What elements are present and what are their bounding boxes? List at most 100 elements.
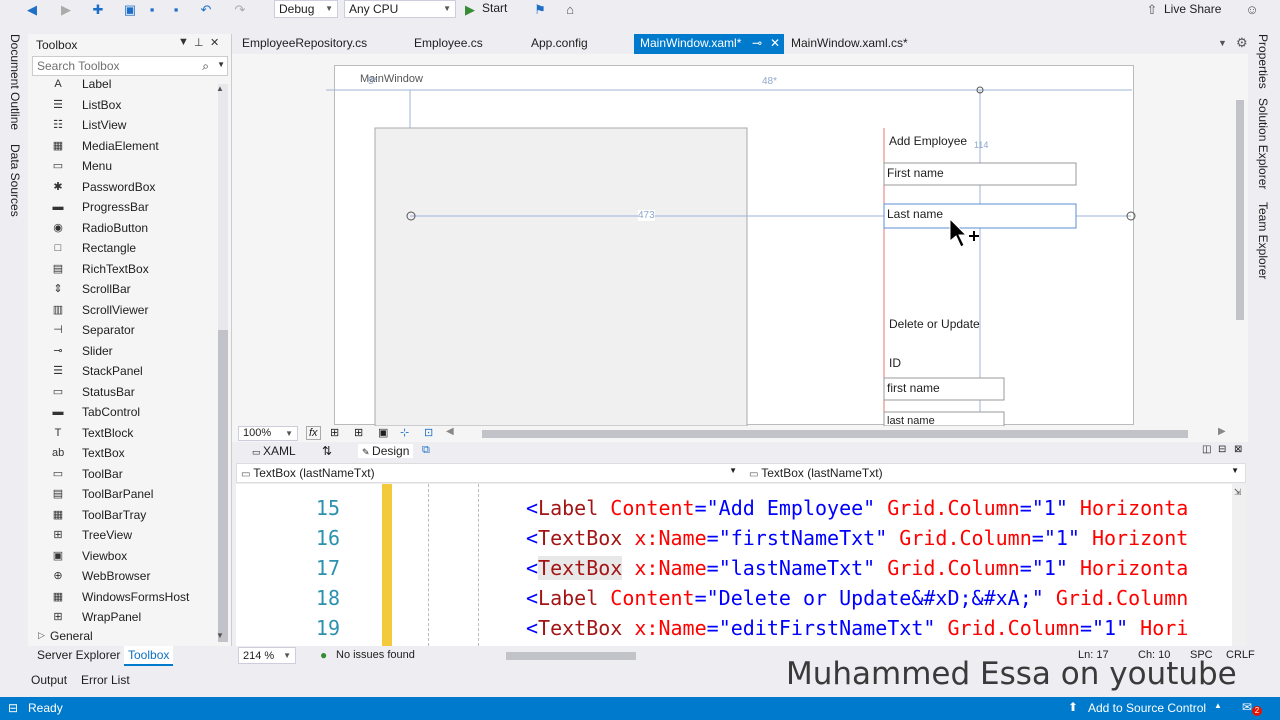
toolbox-item-wrappanel[interactable]: ⊞ WrapPanel: [46, 607, 216, 627]
toolbox-item-radiobutton[interactable]: ◉ RadioButton: [46, 218, 216, 238]
save-all-icon[interactable]: ▪: [168, 2, 184, 18]
toolbox-item-mediaelement[interactable]: ▦ MediaElement: [46, 136, 216, 156]
tab-mainwindow-xaml-cs[interactable]: MainWindow.xaml.cs*: [785, 34, 914, 54]
toolbox-item-viewbox[interactable]: ▣ Viewbox: [46, 546, 216, 566]
tab-app-config[interactable]: App.config: [525, 34, 594, 54]
gear-icon[interactable]: ⚙: [1236, 35, 1248, 51]
tab-employee-repository[interactable]: EmployeeRepository.cs: [236, 34, 373, 54]
horizontal-split-icon[interactable]: ⊟: [1218, 444, 1226, 455]
toolbox-scroll-thumb[interactable]: [218, 330, 228, 642]
toolbox-item-slider[interactable]: ⊸ Slider: [46, 341, 216, 361]
attach-icon[interactable]: ⚑: [532, 2, 548, 18]
toolbox-item-toolbarpanel[interactable]: ▤ ToolBarPanel: [46, 484, 216, 504]
tab-employee[interactable]: Employee.cs: [408, 34, 489, 54]
xaml-tab[interactable]: ▭ XAML: [252, 444, 296, 458]
tab-mainwindow-xaml[interactable]: MainWindow.xaml* ⊸ ✕: [634, 34, 784, 54]
redo-icon[interactable]: ↷: [232, 2, 248, 18]
toolbox-item-richtextbox[interactable]: ▤ RichTextBox: [46, 259, 216, 279]
scroll-left-icon[interactable]: ◀: [446, 426, 454, 437]
right-element-select[interactable]: ▭ TextBox (lastNameTxt) ▼: [749, 466, 1243, 480]
chevron-down-icon[interactable]: ▼: [178, 36, 189, 48]
expand-icon[interactable]: ▷: [38, 630, 45, 641]
start-button[interactable]: Start: [482, 1, 507, 15]
toolbox-item-tabcontrol[interactable]: ▬ TabControl: [46, 402, 216, 422]
toolbox-item-statusbar[interactable]: ▭ StatusBar: [46, 382, 216, 402]
undo-icon[interactable]: ↶: [198, 2, 214, 18]
back-icon[interactable]: ◀: [24, 2, 40, 18]
snap-grid-icon[interactable]: ⊞: [354, 426, 363, 439]
save-icon[interactable]: ▪: [144, 2, 160, 18]
document-outline-tab[interactable]: Document Outline: [8, 34, 22, 130]
code-line[interactable]: <Label Content="Delete or Update&#xD;&#x…: [526, 586, 1188, 610]
collapse-pane-icon[interactable]: ⊠: [1234, 444, 1242, 455]
code-zoom-select[interactable]: 214 % ▼: [238, 647, 296, 664]
code-line[interactable]: <TextBox x:Name="firstNameTxt" Grid.Colu…: [526, 526, 1188, 550]
toolbox-item-label[interactable]: A Label: [46, 74, 216, 94]
fx-button[interactable]: fx: [306, 426, 321, 440]
platform-select[interactable]: Any CPU ▼: [344, 0, 456, 18]
data-sources-tab[interactable]: Data Sources: [8, 144, 22, 217]
toolbox-group-general[interactable]: General: [50, 629, 93, 643]
left-element-select[interactable]: ▭ TextBox (lastNameTxt) ▼: [241, 466, 741, 480]
scroll-down-icon[interactable]: ▼: [216, 631, 224, 640]
toolbox-item-webbrowser[interactable]: ⊕ WebBrowser: [46, 566, 216, 586]
toolbox-item-toolbartray[interactable]: ▦ ToolBarTray: [46, 505, 216, 525]
open-icon[interactable]: ▣: [122, 2, 138, 18]
grid-icon[interactable]: ⊞: [330, 426, 339, 439]
last-name-textbox[interactable]: Last name: [887, 207, 943, 221]
account-icon[interactable]: ☺: [1244, 2, 1260, 18]
issues-status[interactable]: No issues found: [336, 649, 415, 661]
toolbox-item-windowsformshost[interactable]: ▦ WindowsFormsHost: [46, 587, 216, 607]
id-label[interactable]: ID: [889, 356, 901, 370]
code-line[interactable]: <TextBox x:Name="lastNameTxt" Grid.Colum…: [526, 556, 1188, 580]
code-line[interactable]: <TextBox x:Name="editFirstNameTxt" Grid.…: [526, 616, 1188, 640]
close-icon[interactable]: ✕: [770, 34, 780, 52]
browser-icon[interactable]: ⌂: [562, 2, 578, 18]
popout-icon[interactable]: ⧉: [422, 444, 430, 457]
toolbox-item-separator[interactable]: ⊣ Separator: [46, 320, 216, 340]
server-explorer-tab[interactable]: Server Explorer: [37, 648, 120, 662]
toolbox-item-toolbar[interactable]: ▭ ToolBar: [46, 464, 216, 484]
config-select[interactable]: Debug ▼: [274, 0, 338, 18]
output-tab[interactable]: Output: [31, 673, 67, 687]
live-share-button[interactable]: Live Share: [1164, 2, 1221, 16]
team-explorer-tab[interactable]: Team Explorer: [1256, 202, 1270, 279]
properties-tab[interactable]: Properties: [1256, 34, 1270, 89]
start-icon[interactable]: ▶: [462, 2, 478, 18]
toolbox-item-rectangle[interactable]: □ Rectangle: [46, 238, 216, 258]
toolbox-search-input[interactable]: Search Toolbox ⌕ ▼: [32, 56, 228, 76]
toolbox-item-progressbar[interactable]: ▬ ProgressBar: [46, 197, 216, 217]
notification-icon[interactable]: ✉: [1242, 700, 1252, 714]
toolbox-item-treeview[interactable]: ⊞ TreeView: [46, 525, 216, 545]
toolbox-item-passwordbox[interactable]: ✱ PasswordBox: [46, 177, 216, 197]
new-project-icon[interactable]: ✚: [90, 2, 106, 18]
chevron-up-icon[interactable]: ▲: [1214, 701, 1222, 710]
live-share-icon[interactable]: ⇧: [1144, 2, 1160, 18]
toolbox-item-textblock[interactable]: T TextBlock: [46, 423, 216, 443]
vertical-split-icon[interactable]: ◫: [1202, 444, 1211, 455]
solution-explorer-tab[interactable]: Solution Explorer: [1256, 98, 1270, 189]
scroll-right-icon[interactable]: ▶: [1218, 426, 1226, 437]
project-code-icon[interactable]: ⊡: [424, 426, 433, 439]
forward-icon[interactable]: ▶: [58, 2, 74, 18]
toolbox-item-scrollbar[interactable]: ⇕ ScrollBar: [46, 279, 216, 299]
first-name-edit-textbox[interactable]: first name: [887, 381, 940, 395]
swap-panes-icon[interactable]: ⇅: [322, 444, 332, 458]
artboard-icon[interactable]: ▣: [378, 426, 388, 439]
toolbox-item-listbox[interactable]: ☰ ListBox: [46, 95, 216, 115]
error-list-tab[interactable]: Error List: [81, 673, 130, 687]
search-icon[interactable]: ⌕: [202, 59, 209, 74]
first-name-textbox[interactable]: First name: [887, 166, 944, 180]
code-hscroll[interactable]: [506, 652, 636, 660]
designer-vscroll[interactable]: [1236, 100, 1244, 320]
code-vscroll[interactable]: [1232, 484, 1246, 646]
split-editor-icon[interactable]: ⇲: [1234, 484, 1241, 498]
toolbox-item-scrollviewer[interactable]: ▥ ScrollViewer: [46, 300, 216, 320]
pin-icon[interactable]: ⊥: [194, 36, 204, 49]
scroll-up-icon[interactable]: ▲: [216, 84, 224, 93]
add-to-source-control[interactable]: Add to Source Control: [1088, 701, 1206, 715]
zoom-select[interactable]: 100% ▼: [238, 426, 298, 441]
toolbox-item-textbox[interactable]: ab TextBox: [46, 443, 216, 463]
pin-icon[interactable]: ⊸: [752, 34, 762, 52]
add-employee-label[interactable]: Add Employee: [889, 134, 967, 148]
